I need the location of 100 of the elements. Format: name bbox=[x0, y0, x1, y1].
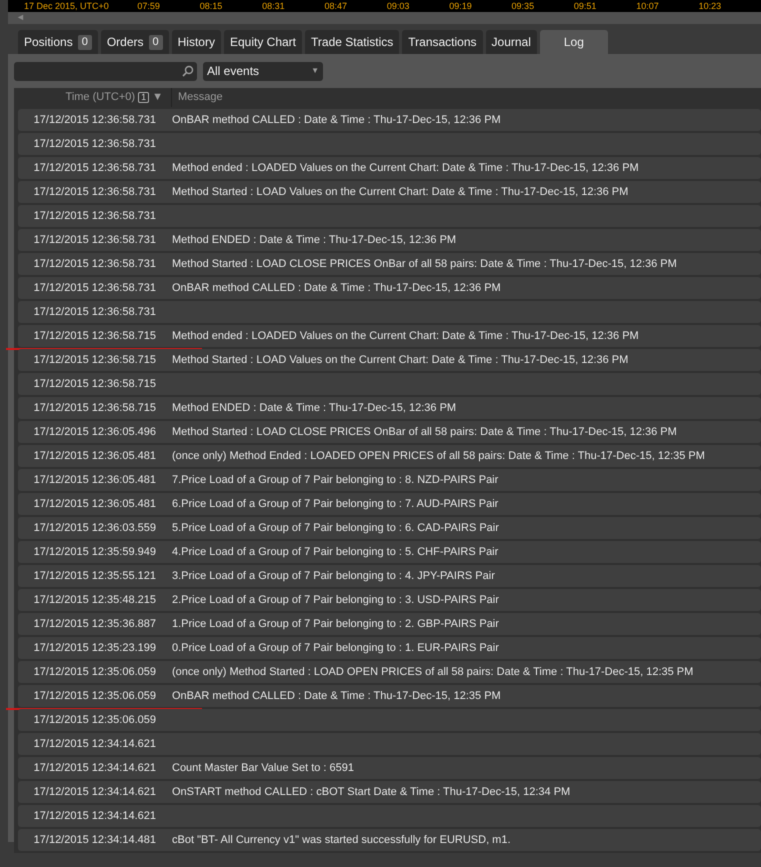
axis-label: 08:31 bbox=[262, 1, 286, 11]
time-cell-text: 17/12/2015 12:36:05.496 bbox=[32, 424, 157, 440]
tab[interactable]: Orders 0 bbox=[100, 30, 169, 54]
message-cell-text: Method ENDED : Date & Time : Thu-17-Dec-15, 12:36 PM bbox=[172, 400, 456, 416]
axis-label: 10:23 bbox=[698, 1, 722, 11]
log-row[interactable]: 17/12/2015 12:34:14.621 bbox=[18, 733, 761, 755]
log-row[interactable]: 17/12/2015 12:36:03.559 5.Price Load of a Group of 7 Pair belonging to : 6. CAD-PAIRS Pair bbox=[18, 517, 761, 539]
message-cell-text: OnBAR method CALLED : Date & Time : Thu-17-Dec-15, 12:35 PM bbox=[172, 688, 501, 704]
log-row[interactable]: 17/12/2015 12:36:58.731 Method ended : LOADED Values on the Current Chart: Date & Time : Thu-17-Dec-15, 12:36 PM bbox=[18, 157, 761, 179]
time-cell-text: 17/12/2015 12:36:58.715 bbox=[32, 400, 157, 416]
log-row[interactable]: 17/12/2015 12:36:58.731 bbox=[18, 301, 761, 323]
sort-arrow-icon: ▼ bbox=[152, 89, 163, 106]
message-cell-text: (once only) Method Ended : LOADED OPEN PRICES of all 58 pairs: Date & Time : Thu-17-Dec-15, 12:35 PM bbox=[172, 448, 705, 464]
message-cell-text: Method Started : LOAD CLOSE PRICES OnBar of all 58 pairs: Date & Time : Thu-17-Dec-15, 12:36 PM bbox=[172, 256, 677, 272]
tab[interactable]: Transactions bbox=[402, 30, 483, 54]
tab[interactable]: Trade Statistics bbox=[305, 30, 400, 54]
column-header[interactable]: Time (UTC+0) 1 ▼ bbox=[18, 88, 172, 107]
count-badge: 0 bbox=[78, 34, 92, 50]
time-cell-text: 17/12/2015 12:36:05.481 bbox=[32, 448, 157, 464]
time-cell-text: 17/12/2015 12:36:03.559 bbox=[32, 520, 157, 536]
time-cell-text: 17/12/2015 12:35:06.059 bbox=[32, 664, 157, 680]
message-cell-text: 0.Price Load of a Group of 7 Pair belonging to : 1. EUR-PAIRS Pair bbox=[172, 640, 499, 656]
time-cell-text: 17/12/2015 12:34:14.481 bbox=[32, 832, 157, 848]
time-cell-text: 17/12/2015 12:36:58.731 bbox=[32, 280, 157, 296]
log-row[interactable]: 17/12/2015 12:36:58.715 bbox=[18, 373, 761, 395]
tab[interactable]: Journal bbox=[486, 30, 537, 54]
events-dropdown[interactable]: All events ▼ bbox=[203, 62, 323, 80]
count-badge: 0 bbox=[148, 34, 163, 50]
time-cell-text: 17/12/2015 12:35:55.121 bbox=[32, 568, 157, 584]
log-row[interactable]: 17/12/2015 12:36:58.731 OnBAR method CALLED : Date & Time : Thu-17-Dec-15, 12:36 PM bbox=[18, 109, 761, 131]
message-cell-text: OnSTART method CALLED : cBOT Start Date & Time : Thu-17-Dec-15, 12:34 PM bbox=[172, 784, 570, 800]
log-row[interactable]: 17/12/2015 12:36:58.715 Method Started : LOAD Values on the Current Chart: Date & Time : Thu-17-Dec-15, 12:36 PM bbox=[18, 349, 761, 371]
message-cell-text: OnBAR method CALLED : Date & Time : Thu-17-Dec-15, 12:36 PM bbox=[172, 280, 501, 296]
message-cell-text: 7.Price Load of a Group of 7 Pair belonging to : 8. NZD-PAIRS Pair bbox=[172, 472, 498, 488]
time-cell-text: 17/12/2015 12:36:58.731 bbox=[32, 304, 157, 320]
log-row[interactable]: 17/12/2015 12:35:55.121 3.Price Load of a Group of 7 Pair belonging to : 4. JPY-PAIRS Pair bbox=[18, 565, 761, 587]
log-row[interactable]: 17/12/2015 12:36:58.731 Method Started : LOAD Values on the Current Chart: Date & Time : Thu-17-Dec-15, 12:36 PM bbox=[18, 181, 761, 203]
log-row[interactable]: 17/12/2015 12:36:58.715 Method ENDED : Date & Time : Thu-17-Dec-15, 12:36 PM bbox=[18, 397, 761, 419]
tab[interactable]: History bbox=[172, 30, 221, 54]
axis-label: 09:35 bbox=[512, 1, 536, 11]
tab[interactable]: Positions 0 bbox=[18, 30, 98, 54]
log-row[interactable]: 17/12/2015 12:36:05.481 7.Price Load of a Group of 7 Pair belonging to : 8. NZD-PAIRS Pair bbox=[18, 469, 761, 491]
column-label: Time (UTC+0) bbox=[66, 90, 136, 106]
message-cell-text: 1.Price Load of a Group of 7 Pair belonging to : 2. GBP-PAIRS Pair bbox=[172, 616, 499, 632]
message-cell-text: Method ended : LOADED Values on the Current Chart: Date & Time : Thu-17-Dec-15, 12:36 PM bbox=[172, 160, 639, 176]
time-cell-text: 17/12/2015 12:36:05.481 bbox=[32, 496, 157, 512]
search-field[interactable] bbox=[14, 62, 197, 80]
tab[interactable]: Log bbox=[540, 30, 608, 54]
axis-label: 10:07 bbox=[636, 1, 660, 11]
column-header[interactable]: Message bbox=[172, 89, 223, 106]
message-cell-text: 2.Price Load of a Group of 7 Pair belonging to : 3. USD-PAIRS Pair bbox=[172, 592, 499, 608]
log-row[interactable]: 17/12/2015 12:35:06.059 (once only) Method Started : LOAD OPEN PRICES of all 58 pairs: Date & Time : Thu-17-Dec-15, 12:35 PM bbox=[18, 661, 761, 683]
message-cell-text: 4.Price Load of a Group of 7 Pair belonging to : 5. CHF-PAIRS Pair bbox=[172, 544, 498, 560]
log-row[interactable]: 17/12/2015 12:35:48.215 2.Price Load of a Group of 7 Pair belonging to : 3. USD-PAIRS Pair bbox=[18, 589, 761, 611]
message-cell-text: OnBAR method CALLED : Date & Time : Thu-17-Dec-15, 12:36 PM bbox=[172, 112, 501, 128]
time-cell-text: 17/12/2015 12:36:58.715 bbox=[32, 328, 157, 344]
message-cell-text: Method ENDED : Date & Time : Thu-17-Dec-15, 12:36 PM bbox=[172, 232, 456, 248]
log-row[interactable]: 17/12/2015 12:34:14.621 bbox=[18, 805, 761, 827]
log-row[interactable]: 17/12/2015 12:36:58.715 Method ended : LOADED Values on the Current Chart: Date & Time : Thu-17-Dec-15, 12:36 PM bbox=[18, 325, 761, 347]
time-cell-text: 17/12/2015 12:35:06.059 bbox=[32, 688, 157, 704]
log-row[interactable]: 17/12/2015 12:34:14.621 OnSTART method CALLED : cBOT Start Date & Time : Thu-17-Dec-15, 12:34 PM bbox=[18, 781, 761, 803]
time-cell-text: 17/12/2015 12:35:23.199 bbox=[32, 640, 157, 656]
axis-label: 09:51 bbox=[574, 1, 598, 11]
log-row[interactable]: 17/12/2015 12:36:05.481 6.Price Load of a Group of 7 Pair belonging to : 7. AUD-PAIRS Pair bbox=[18, 493, 761, 515]
time-cell-text: 17/12/2015 12:36:58.731 bbox=[32, 256, 157, 272]
message-cell-text: Method Started : LOAD Values on the Current Chart: Date & Time : Thu-17-Dec-15, 12:36 PM bbox=[172, 184, 628, 200]
log-row[interactable]: 17/12/2015 12:34:14.481 cBot "BT- All Currency v1" was started successfully for EURUSD, m1. bbox=[18, 829, 761, 851]
axis-label: 08:15 bbox=[200, 1, 224, 11]
log-row[interactable]: 17/12/2015 12:36:58.731 Method ENDED : Date & Time : Thu-17-Dec-15, 12:36 PM bbox=[18, 229, 761, 251]
log-row[interactable]: 17/12/2015 12:35:59.949 4.Price Load of a Group of 7 Pair belonging to : 5. CHF-PAIRS Pair bbox=[18, 541, 761, 563]
log-row[interactable]: 17/12/2015 12:36:58.731 Method Started : LOAD CLOSE PRICES OnBar of all 58 pairs: Date & Time : Thu-17-Dec-15, 12:36 PM bbox=[18, 253, 761, 275]
time-cell-text: 17/12/2015 12:35:06.059 bbox=[32, 712, 157, 728]
log-row[interactable]: 17/12/2015 12:35:06.059 OnBAR method CALLED : Date & Time : Thu-17-Dec-15, 12:35 PM bbox=[18, 685, 761, 707]
log-row[interactable]: 17/12/2015 12:36:05.496 Method Started : LOAD CLOSE PRICES OnBar of all 58 pairs: Date & Time : Thu-17-Dec-15, 12:36 PM bbox=[18, 421, 761, 443]
axis-label: 07:59 bbox=[137, 1, 161, 11]
time-cell-text: 17/12/2015 12:34:14.621 bbox=[32, 784, 157, 800]
log-row[interactable]: 17/12/2015 12:36:05.481 (once only) Method Ended : LOADED OPEN PRICES of all 58 pairs: Date & Time : Thu-17-Dec-15, 12:35 PM bbox=[18, 445, 761, 467]
time-cell-text: 17/12/2015 12:36:58.731 bbox=[32, 184, 157, 200]
log-row[interactable]: 17/12/2015 12:34:14.621 Count Master Bar Value Set to : 6591 bbox=[18, 757, 761, 779]
sort-badge: 1 bbox=[138, 92, 150, 103]
time-cell-text: 17/12/2015 12:36:58.731 bbox=[32, 232, 157, 248]
caret-icon: ▼ bbox=[311, 65, 319, 77]
log-row[interactable]: 17/12/2015 12:35:36.887 1.Price Load of a Group of 7 Pair belonging to : 2. GBP-PAIRS Pair bbox=[18, 613, 761, 635]
message-cell-text: (once only) Method Started : LOAD OPEN PRICES of all 58 pairs: Date & Time : Thu-17-Dec-15, 12:35 PM bbox=[172, 664, 694, 680]
log-row[interactable]: 17/12/2015 12:35:23.199 0.Price Load of a Group of 7 Pair belonging to : 1. EUR-PAIRS Pair bbox=[18, 637, 761, 659]
log-row[interactable]: 17/12/2015 12:35:06.059 bbox=[18, 709, 761, 731]
time-cell-text: 17/12/2015 12:35:36.887 bbox=[32, 616, 157, 632]
log-row[interactable]: 17/12/2015 12:36:58.731 bbox=[18, 133, 761, 155]
time-cell-text: 17/12/2015 12:36:58.731 bbox=[32, 160, 157, 176]
log-row[interactable]: 17/12/2015 12:36:58.731 OnBAR method CALLED : Date & Time : Thu-17-Dec-15, 12:36 PM bbox=[18, 277, 761, 299]
time-cell-text: 17/12/2015 12:34:14.621 bbox=[32, 808, 157, 824]
axis-label: 17 Dec 2015, UTC+0 bbox=[24, 1, 110, 11]
time-cell-text: 17/12/2015 12:35:48.215 bbox=[32, 592, 157, 608]
message-cell-text: Method ended : LOADED Values on the Current Chart: Date & Time : Thu-17-Dec-15, 12:36 PM bbox=[172, 328, 639, 344]
axis-label: 08:47 bbox=[324, 1, 348, 11]
message-cell-text: cBot "BT- All Currency v1" was started successfully for EURUSD, m1. bbox=[172, 832, 511, 848]
axis-label: 09:03 bbox=[386, 1, 410, 11]
time-cell-text: 17/12/2015 12:36:58.731 bbox=[32, 112, 157, 128]
log-row[interactable]: 17/12/2015 12:36:58.731 bbox=[18, 205, 761, 227]
tab[interactable]: Equity Chart bbox=[224, 30, 302, 54]
